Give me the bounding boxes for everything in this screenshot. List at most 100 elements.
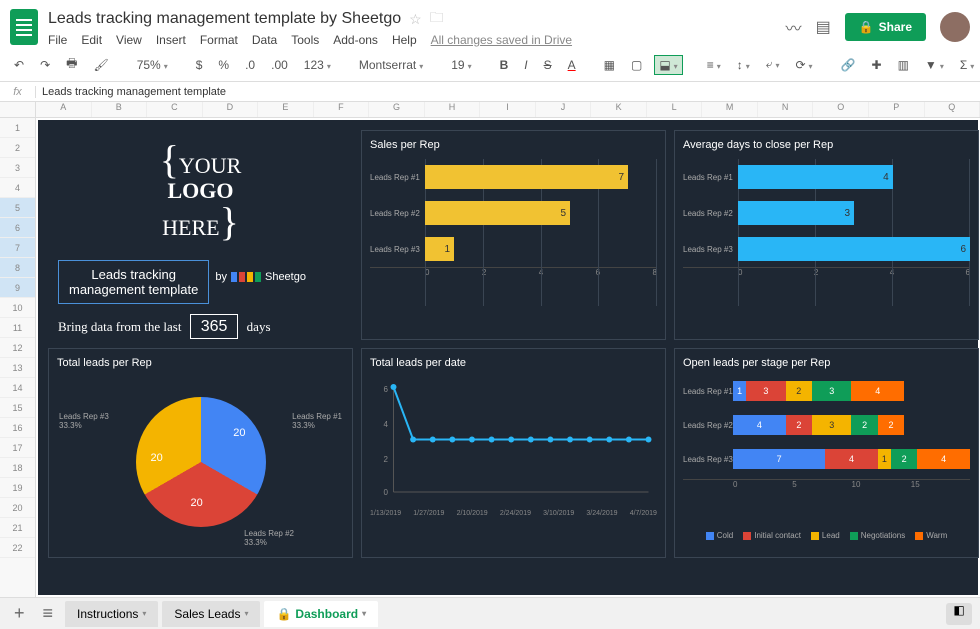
row-header[interactable]: 12 [0,338,35,358]
menu-tools[interactable]: Tools [291,33,319,47]
sheet-tab[interactable]: Instructions▾ [65,601,158,627]
row-header[interactable]: 22 [0,538,35,558]
sheet-tab[interactable]: Sales Leads▾ [162,601,260,627]
col-header[interactable]: J [536,102,592,117]
document-title[interactable]: Leads tracking management template by Sh… [48,10,401,28]
menu-file[interactable]: File [48,33,67,47]
row-header[interactable]: 16 [0,418,35,438]
col-header[interactable]: L [647,102,703,117]
sheet-tab[interactable]: 🔒Dashboard▾ [264,601,378,627]
halign-icon[interactable]: ≡ [703,56,725,74]
redo-icon[interactable]: ↷ [36,56,54,74]
leads-per-date-chart[interactable]: Total leads per date 6 4 2 0 1/13/20191/… [361,348,666,558]
row-header[interactable]: 8 [0,258,35,278]
total-leads-pie-chart[interactable]: Total leads per Rep 20 20 20 Leads Rep #… [48,348,353,558]
col-header[interactable]: A [36,102,92,117]
italic-icon[interactable]: I [520,56,531,74]
row-header[interactable]: 5 [0,198,35,218]
row-header[interactable]: 9 [0,278,35,298]
folder-icon[interactable]: 🗀 [430,7,444,31]
star-icon[interactable]: ☆ [409,11,422,28]
open-leads-stacked-chart[interactable]: Open leads per stage per Rep Leads Rep #… [674,348,979,558]
row-header[interactable]: 13 [0,358,35,378]
activity-icon[interactable]: 〰 [786,15,802,39]
undo-icon[interactable]: ↶ [10,56,28,74]
explore-button[interactable]: ◧ [946,603,972,625]
print-icon[interactable]: 🖶 [62,52,81,77]
row-header[interactable]: 14 [0,378,35,398]
decrease-decimal-icon[interactable]: .0 [241,56,259,74]
col-header[interactable]: O [813,102,869,117]
row-header[interactable]: 15 [0,398,35,418]
row-header[interactable]: 6 [0,218,35,238]
row-header[interactable]: 17 [0,438,35,458]
menu-insert[interactable]: Insert [156,33,186,47]
row-header[interactable]: 11 [0,318,35,338]
rotate-icon[interactable]: ⟳ [791,56,816,74]
avg-days-chart[interactable]: Average days to close per Rep Leads Rep … [674,130,979,340]
valign-icon[interactable]: ↕ [733,56,754,74]
chart-icon[interactable]: ▥ [894,56,913,74]
all-sheets-button[interactable]: ≡ [37,603,60,624]
sheets-logo-icon[interactable] [10,9,38,45]
col-header[interactable]: P [869,102,925,117]
col-header[interactable]: Q [925,102,980,117]
col-header[interactable]: D [203,102,259,117]
row-header[interactable]: 10 [0,298,35,318]
menu-view[interactable]: View [116,33,142,47]
more-formats[interactable]: 123 [300,56,335,74]
borders-icon[interactable]: ▢ [627,56,646,74]
col-header[interactable]: F [314,102,370,117]
menu-help[interactable]: Help [392,33,417,47]
sales-per-rep-chart[interactable]: Sales per Rep Leads Rep #17Leads Rep #25… [361,130,666,340]
col-header[interactable]: K [591,102,647,117]
row-header[interactable]: 20 [0,498,35,518]
add-sheet-button[interactable]: + [8,603,31,624]
template-title[interactable]: Leads tracking management template [58,260,209,304]
menu-format[interactable]: Format [200,33,238,47]
col-header[interactable]: C [147,102,203,117]
filter-icon[interactable]: ▼ [921,56,948,74]
row-header[interactable]: 21 [0,518,35,538]
fill-color-icon[interactable]: ▦ [600,56,619,74]
row-header[interactable]: 4 [0,178,35,198]
col-header[interactable]: E [258,102,314,117]
merge-icon[interactable]: ⬓ [654,55,682,75]
row-header[interactable]: 2 [0,138,35,158]
col-header[interactable]: H [425,102,481,117]
menu-edit[interactable]: Edit [81,33,102,47]
currency-icon[interactable]: $ [192,56,207,74]
text-color-icon[interactable]: A [564,56,580,74]
select-all-corner[interactable] [0,102,36,118]
col-header[interactable]: G [369,102,425,117]
days-input[interactable]: 365 [190,314,239,339]
percent-icon[interactable]: % [214,56,233,74]
menu-data[interactable]: Data [252,33,277,47]
zoom-select[interactable]: 75% [133,56,172,74]
font-select[interactable]: Montserrat [355,56,427,74]
comment-icon[interactable]: ✚ [868,56,886,74]
formula-bar[interactable]: Leads tracking management template [36,86,980,98]
row-header[interactable]: 3 [0,158,35,178]
increase-decimal-icon[interactable]: .00 [267,56,292,74]
row-header[interactable]: 19 [0,478,35,498]
user-avatar[interactable] [940,12,970,42]
col-header[interactable]: N [758,102,814,117]
col-header[interactable]: I [480,102,536,117]
strikethrough-icon[interactable]: S [540,56,556,74]
functions-icon[interactable]: Σ [956,56,978,74]
col-header[interactable]: B [92,102,148,117]
row-header[interactable]: 1 [0,118,35,138]
save-status[interactable]: All changes saved in Drive [431,33,572,47]
font-size[interactable]: 19 [447,56,475,74]
row-header[interactable]: 7 [0,238,35,258]
paint-format-icon[interactable]: 🖌 [89,56,112,74]
wrap-icon[interactable]: ⤶ [762,55,784,74]
col-header[interactable]: M [702,102,758,117]
bold-icon[interactable]: B [496,56,513,74]
comments-icon[interactable]: ▤ [816,17,831,37]
link-icon[interactable]: 🔗 [837,56,860,74]
menu-addons[interactable]: Add-ons [333,33,378,47]
row-header[interactable]: 18 [0,458,35,478]
share-button[interactable]: 🔒 Share [845,13,926,41]
